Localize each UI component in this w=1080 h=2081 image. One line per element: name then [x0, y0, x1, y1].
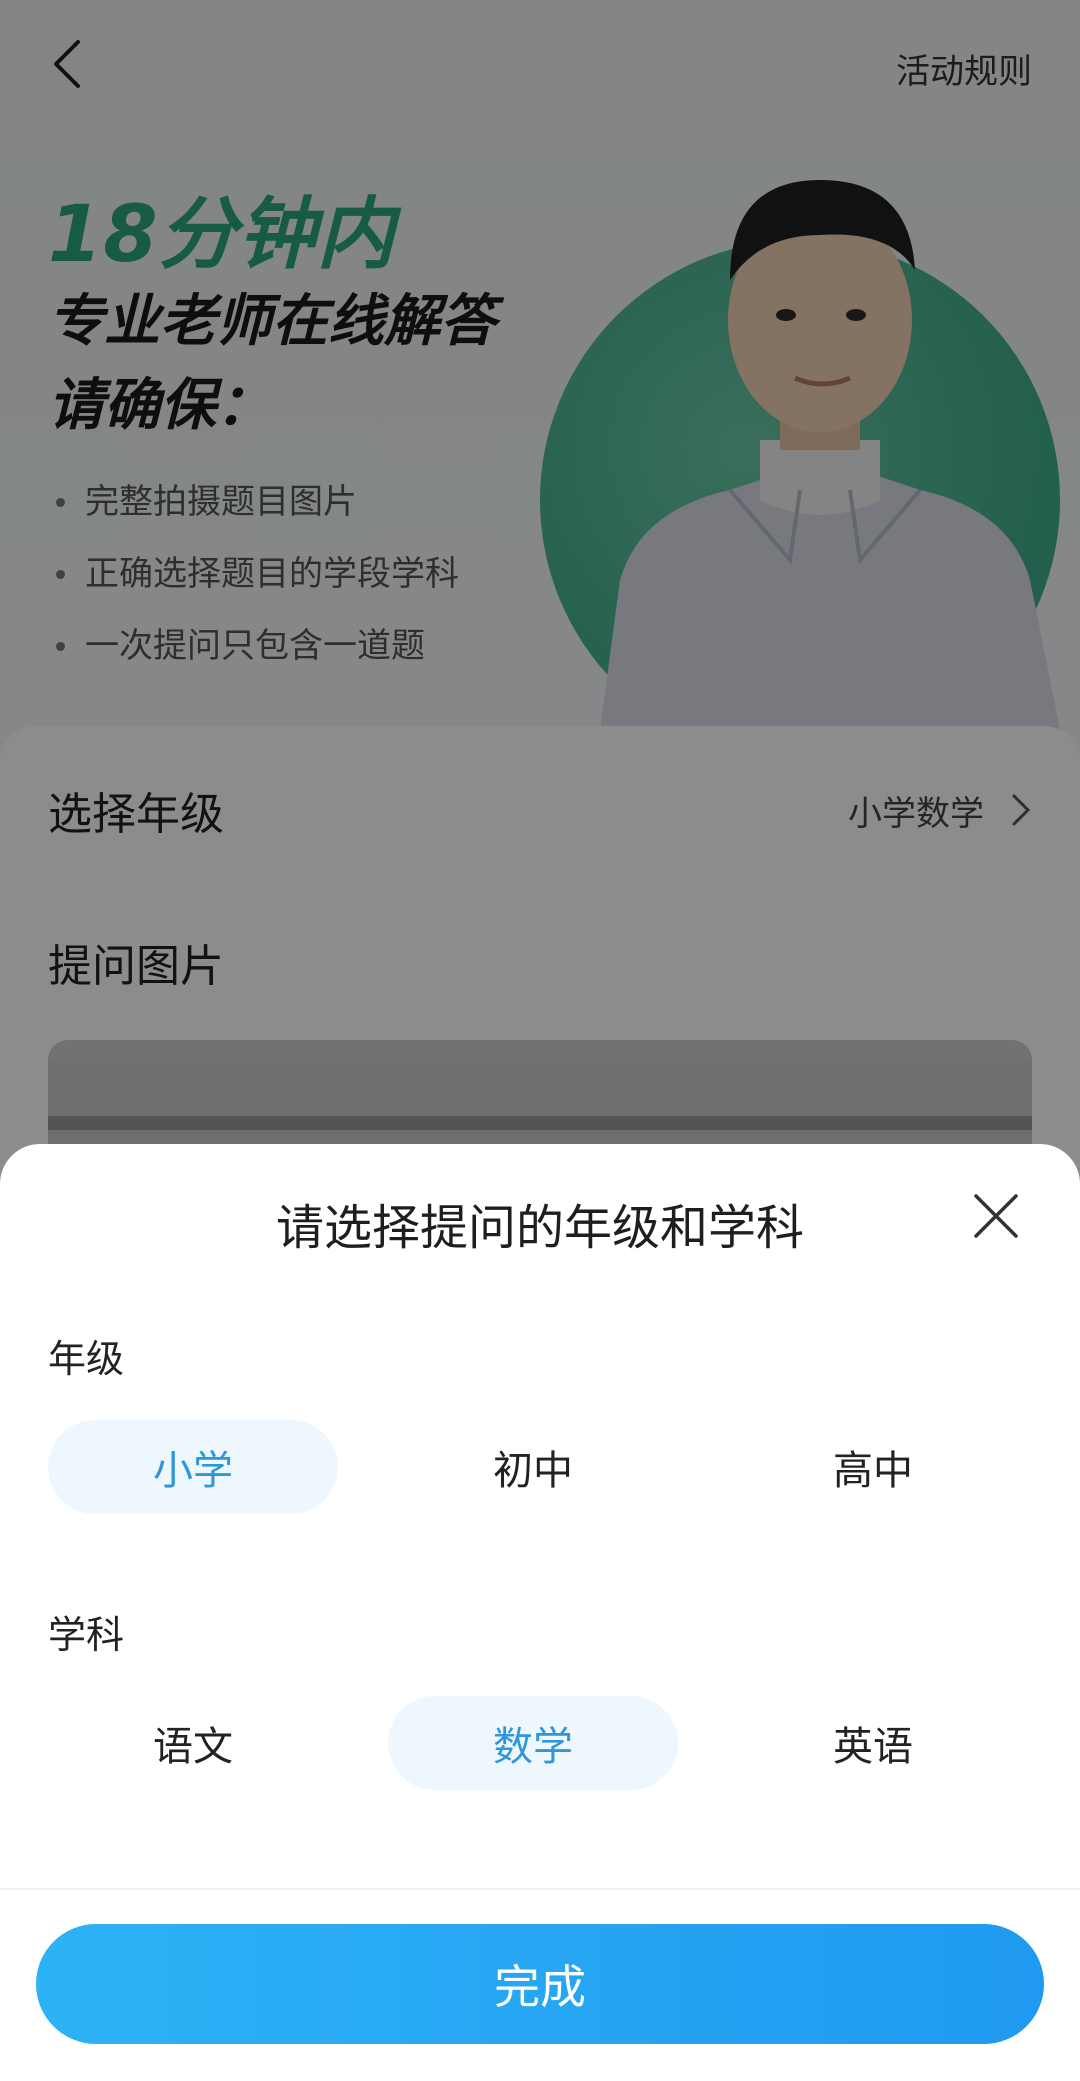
subject-section-label: 学科: [48, 1613, 125, 1657]
close-icon[interactable]: [970, 1190, 1022, 1242]
subject-option-math[interactable]: 数学: [388, 1696, 678, 1790]
subject-option-english[interactable]: 英语: [728, 1696, 1018, 1790]
grade-option-junior[interactable]: 初中: [388, 1420, 678, 1514]
sheet-divider: [0, 1888, 1080, 1890]
grade-section-label: 年级: [48, 1337, 125, 1381]
grade-option-senior[interactable]: 高中: [728, 1420, 1018, 1514]
done-button[interactable]: 完成: [36, 1924, 1044, 2044]
grade-option-primary[interactable]: 小学: [48, 1420, 338, 1514]
subject-option-chinese[interactable]: 语文: [48, 1696, 338, 1790]
sheet-title: 请选择提问的年级和学科: [275, 1200, 804, 1256]
